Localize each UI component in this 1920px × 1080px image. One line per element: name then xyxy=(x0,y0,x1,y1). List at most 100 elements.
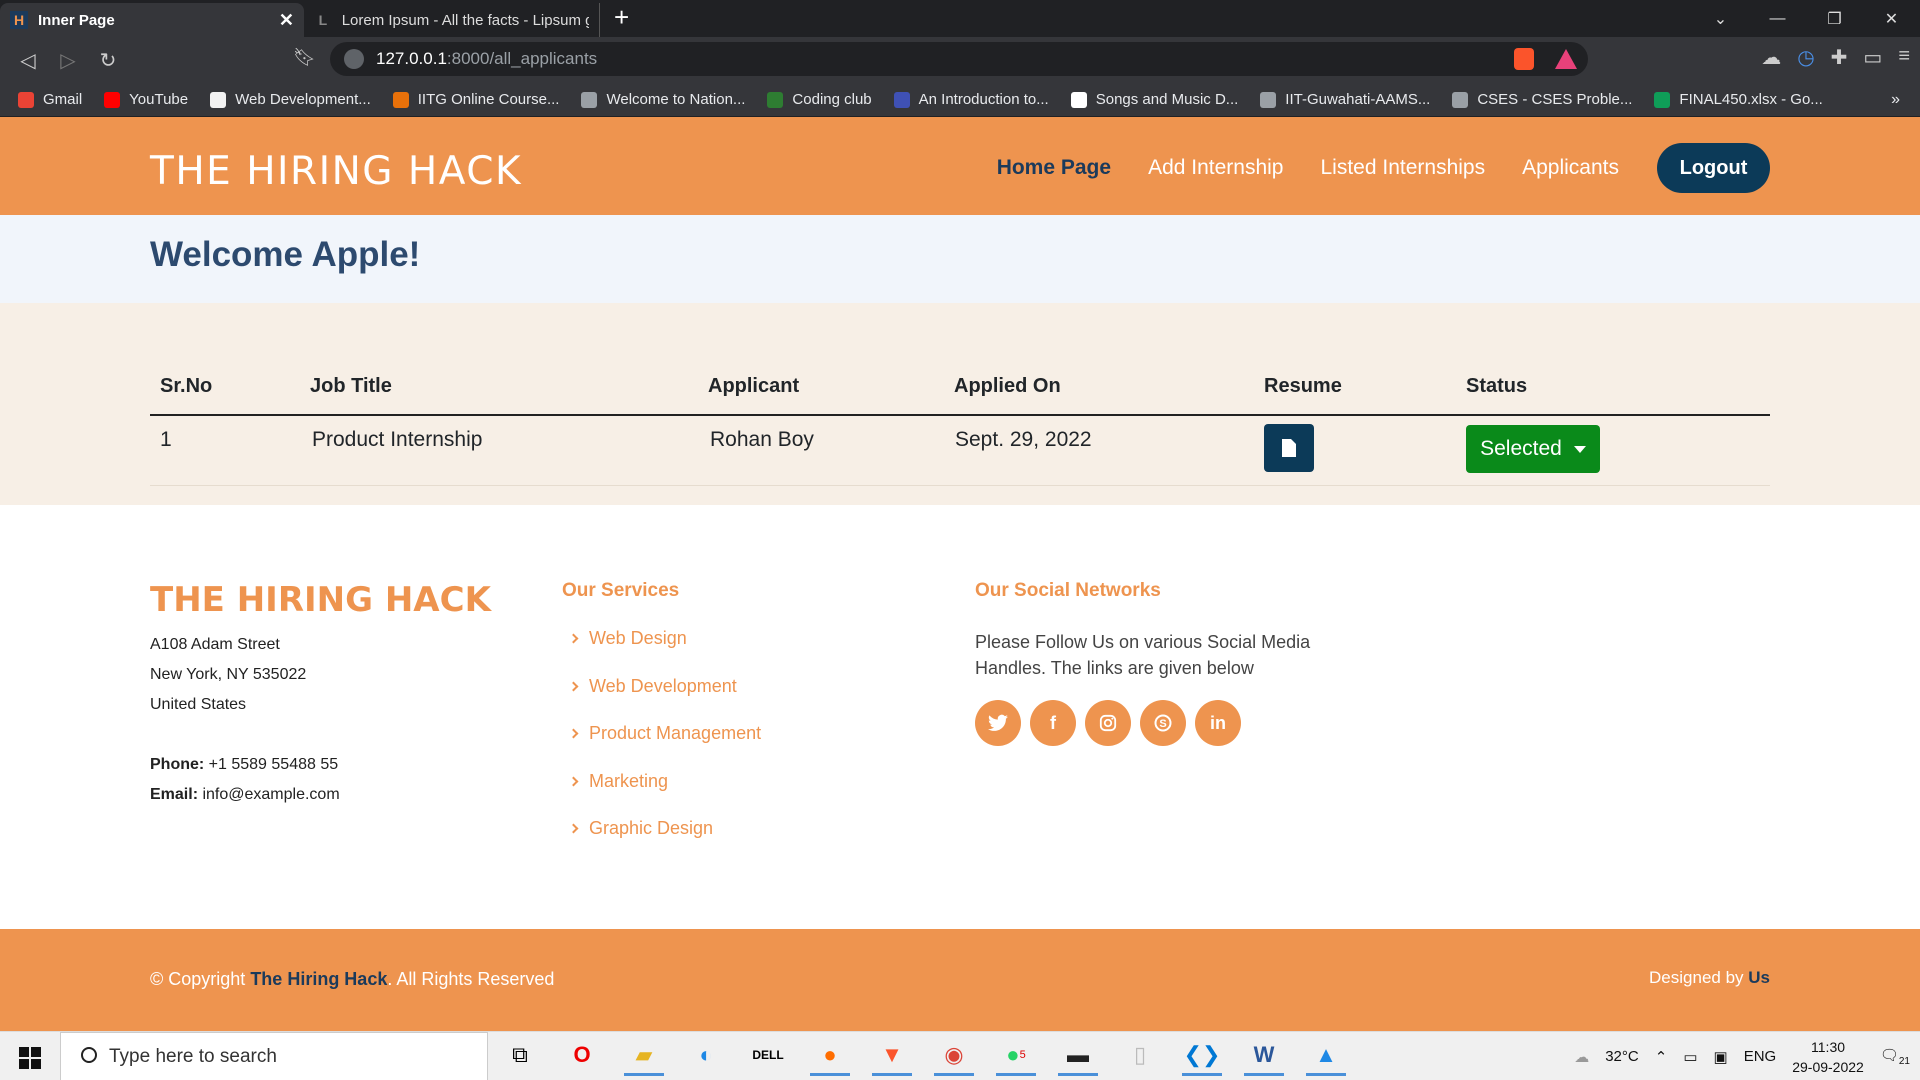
bookmarks-bar: Gmail YouTube Web Development... IITG Onlin… xyxy=(0,83,1920,117)
bookmarks-overflow-icon[interactable]: » xyxy=(1891,91,1900,109)
weather-temp[interactable]: 32°C xyxy=(1605,1048,1639,1065)
menu-icon[interactable]: ≡ xyxy=(1898,45,1910,70)
service-link-web-design[interactable]: Web Design xyxy=(568,628,687,649)
services-title: Our Services xyxy=(562,580,680,601)
close-window-icon[interactable]: ✕ xyxy=(1863,9,1920,29)
taskbar-apps: ⧉ O ▰ ◐ DELL ● ▼ ◉ ● 5 ▬ ▯ ❮❯ W ▲ xyxy=(500,1036,1346,1076)
site-header: THE HIRING HACK Home Page Add Internship… xyxy=(0,117,1920,215)
bookmark-item[interactable]: An Introduction to... xyxy=(893,91,1049,108)
nav-applicants[interactable]: Applicants xyxy=(1522,156,1619,180)
service-link-marketing[interactable]: Marketing xyxy=(568,771,668,792)
back-icon[interactable]: ◁ xyxy=(8,48,48,73)
edge-icon[interactable]: ◐ xyxy=(686,1036,726,1076)
header-job-title: Job Title xyxy=(310,375,392,397)
designed-by: Designed by Us xyxy=(1649,968,1770,988)
bookmark-item[interactable]: IITG Online Course... xyxy=(392,91,559,108)
whatsapp-badge: 5 xyxy=(1019,1048,1026,1061)
nav-add-internship[interactable]: Add Internship xyxy=(1148,156,1283,180)
extensions-icon[interactable]: ✚ xyxy=(1831,45,1848,70)
opera-icon[interactable]: O xyxy=(562,1036,602,1076)
bookmark-label: IIT-Guwahati-AAMS... xyxy=(1285,91,1431,108)
word-icon[interactable]: W xyxy=(1244,1036,1284,1076)
bookmark-item[interactable]: IIT-Guwahati-AAMS... xyxy=(1260,91,1430,108)
browser-toolbar: ◁ ▷ ↻ 🔖︎ 127.0.0.1:8000/all_applicants ☁… xyxy=(0,37,1920,83)
browser-tabbar: H Inner Page ✕ L Lorem Ipsum - All the f… xyxy=(0,0,1920,37)
nav-home-page[interactable]: Home Page xyxy=(997,156,1111,180)
facebook-icon[interactable]: f xyxy=(1030,700,1076,746)
bookmark-icon[interactable]: 🔖︎ xyxy=(293,47,316,68)
clock[interactable]: 11:30 29-09-2022 xyxy=(1792,1037,1864,1077)
brave-shields-icon[interactable] xyxy=(1514,48,1534,70)
resume-button[interactable] xyxy=(1264,424,1314,472)
header-applicant: Applicant xyxy=(708,375,800,397)
brave-icon[interactable]: ▼ xyxy=(872,1036,912,1076)
designed-by-link[interactable]: Us xyxy=(1748,968,1770,987)
brave-rewards-icon[interactable] xyxy=(1555,49,1577,69)
firefox-icon[interactable]: ● xyxy=(810,1036,850,1076)
bookmark-item[interactable]: Web Development... xyxy=(210,91,371,108)
new-tab-button[interactable]: + xyxy=(614,2,629,33)
network-icon[interactable]: ▣ xyxy=(1714,1048,1728,1066)
reload-icon[interactable]: ↻ xyxy=(88,48,128,73)
tab-search-icon[interactable]: ⌄ xyxy=(1692,9,1749,29)
bookmark-item[interactable]: CSES - CSES Proble... xyxy=(1452,91,1632,108)
bookmark-item[interactable]: Gmail xyxy=(18,91,82,108)
twitter-icon[interactable] xyxy=(975,700,1021,746)
bookmark-item[interactable]: Coding club xyxy=(767,91,872,108)
notepad-icon[interactable]: ▯ xyxy=(1120,1036,1160,1076)
vscode-icon[interactable]: ❮❯ xyxy=(1182,1036,1222,1076)
status-dropdown[interactable]: Selected xyxy=(1466,425,1600,473)
photos-icon[interactable]: ▲ xyxy=(1306,1036,1346,1076)
bookmark-label: Welcome to Nation... xyxy=(606,91,746,108)
forward-icon[interactable]: ▷ xyxy=(48,48,88,73)
language-indicator[interactable]: ENG xyxy=(1744,1048,1777,1065)
header-status: Status xyxy=(1466,375,1528,397)
minimize-icon[interactable]: — xyxy=(1749,10,1806,28)
address-line-3: United States xyxy=(150,696,247,713)
site-logo[interactable]: THE HIRING HACK xyxy=(150,149,522,194)
tab-inner-page[interactable]: H Inner Page ✕ xyxy=(0,3,304,37)
logout-button[interactable]: Logout xyxy=(1657,143,1770,193)
phone-value: +1 5589 55488 55 xyxy=(208,756,339,773)
notifications-icon[interactable]: 🗨︎21 xyxy=(1880,1046,1910,1067)
site-info-icon[interactable] xyxy=(344,49,364,69)
bookmark-item[interactable]: Songs and Music D... xyxy=(1070,91,1238,108)
service-link-graphic-design[interactable]: Graphic Design xyxy=(568,818,714,839)
bookmark-item[interactable]: YouTube xyxy=(104,91,188,108)
restore-icon[interactable]: ❐ xyxy=(1806,9,1863,29)
social-description: Please Follow Us on various Social Media… xyxy=(975,632,1311,678)
dell-icon[interactable]: DELL xyxy=(748,1036,788,1076)
wallet-icon[interactable]: ▭ xyxy=(1863,45,1882,70)
terminal-icon[interactable]: ▬ xyxy=(1058,1036,1098,1076)
skype-icon[interactable]: S xyxy=(1140,700,1186,746)
instagram-icon[interactable] xyxy=(1085,700,1131,746)
taskbar-search-input[interactable]: Type here to search xyxy=(60,1032,488,1080)
file-explorer-icon[interactable]: ▰ xyxy=(624,1036,664,1076)
vpn-icon[interactable]: ☁ xyxy=(1761,45,1781,70)
bookmark-item[interactable]: FINAL450.xlsx - Go... xyxy=(1654,91,1823,108)
service-link-web-development[interactable]: Web Development xyxy=(568,676,737,697)
service-label: Graphic Design xyxy=(589,818,714,838)
address-bar[interactable]: 127.0.0.1:8000/all_applicants xyxy=(330,42,1588,76)
chrome-icon[interactable]: ◉ xyxy=(934,1036,974,1076)
address-path: :8000/all_applicants xyxy=(446,49,598,68)
nav-listed-internships[interactable]: Listed Internships xyxy=(1321,156,1486,180)
battery-icon[interactable]: ▭ xyxy=(1683,1048,1697,1066)
show-hidden-icons-icon[interactable]: ⌃ xyxy=(1655,1048,1668,1066)
service-link-product-management[interactable]: Product Management xyxy=(568,723,761,744)
clock-time: 11:30 xyxy=(1811,1038,1846,1055)
bookmark-favicon-icon xyxy=(18,91,34,108)
phone-line: Phone: +1 5589 55488 55 xyxy=(150,756,338,774)
bookmark-item[interactable]: Welcome to Nation... xyxy=(581,91,745,108)
weather-icon[interactable]: ☁ xyxy=(1574,1048,1589,1066)
tab-lorem-ipsum[interactable]: L Lorem Ipsum - All the facts - Lipsum g xyxy=(304,3,600,37)
bookmark-label: FINAL450.xlsx - Go... xyxy=(1679,91,1823,108)
task-view-icon[interactable]: ⧉ xyxy=(500,1036,540,1076)
window-controls: ⌄ — ❐ ✕ xyxy=(1692,0,1920,37)
close-tab-icon[interactable]: ✕ xyxy=(279,10,294,31)
windows-start-icon[interactable] xyxy=(19,1047,41,1069)
tab-title: Inner Page xyxy=(38,11,115,29)
clock-extension-icon[interactable]: ◷ xyxy=(1797,45,1814,70)
whatsapp-icon[interactable]: ● 5 xyxy=(996,1036,1036,1076)
linkedin-icon[interactable]: in xyxy=(1195,700,1241,746)
